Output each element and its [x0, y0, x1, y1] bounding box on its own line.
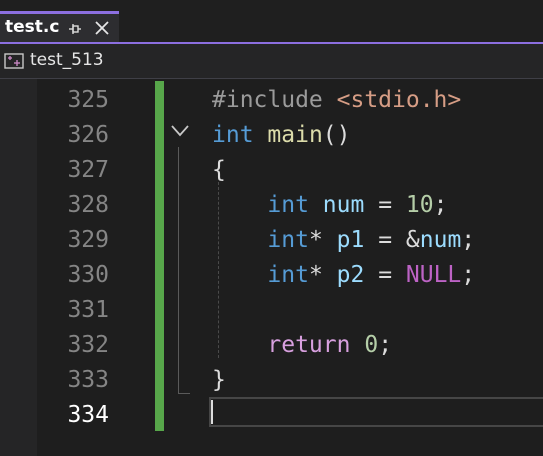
- type-keyword: int: [267, 262, 309, 288]
- close-icon[interactable]: [94, 20, 110, 36]
- code-line-333: }: [212, 363, 475, 398]
- variable-name: p2: [322, 262, 365, 288]
- line-number: 328: [67, 192, 109, 218]
- fold-region-line: [178, 147, 179, 394]
- type-keyword: int: [212, 122, 254, 148]
- variable-name: p1: [322, 227, 365, 253]
- open-brace: {: [212, 157, 226, 183]
- code-line-326: int main(): [212, 118, 475, 153]
- document-tab-bar: test.c: [0, 0, 543, 44]
- project-scope-icon: [4, 53, 24, 69]
- change-tracking-bar: [155, 81, 164, 431]
- fold-region-end: [178, 393, 190, 394]
- semicolon: ;: [461, 227, 476, 253]
- chevron-down-icon[interactable]: [170, 124, 190, 138]
- semicolon: ;: [461, 262, 476, 288]
- line-number: 332: [67, 332, 109, 358]
- line-number: 326: [67, 122, 109, 148]
- code-line-329: int* p1 = &num;: [212, 223, 475, 258]
- code-line-332: return 0;: [212, 328, 475, 363]
- pointer-star: *: [308, 262, 323, 288]
- line-number: 331: [67, 297, 109, 323]
- document-tab[interactable]: test.c: [0, 11, 119, 42]
- navigation-bar[interactable]: test_513: [0, 44, 543, 79]
- code-text[interactable]: #include <stdio.h> int main() { int num …: [212, 83, 475, 433]
- code-line-328: int num = 10;: [212, 188, 475, 223]
- number-literal: 10: [405, 192, 434, 218]
- line-number: 325: [67, 87, 109, 113]
- type-keyword: int: [267, 192, 309, 218]
- operator: =: [364, 227, 406, 253]
- number-literal: 0: [364, 332, 379, 358]
- tab-title: test.c: [5, 17, 60, 37]
- pointer-star: *: [308, 227, 323, 253]
- line-number: 329: [67, 227, 109, 253]
- line-number: 327: [67, 157, 109, 183]
- line-number-gutter: 325 326 327 328 329 330 331 332 333 334: [37, 83, 117, 433]
- preprocessor-directive: #include: [212, 87, 337, 113]
- variable-name: num: [322, 192, 365, 218]
- parentheses: (): [322, 122, 351, 148]
- glyph-margin: [0, 79, 37, 456]
- function-name: main: [267, 122, 323, 148]
- code-line-330: int* p2 = NULL;: [212, 258, 475, 293]
- code-line-327: {: [212, 153, 475, 188]
- line-number: 330: [67, 262, 109, 288]
- return-keyword: return: [267, 332, 351, 358]
- null-macro: NULL: [405, 262, 462, 288]
- include-header: <stdio.h>: [336, 87, 462, 113]
- semicolon: ;: [378, 332, 393, 358]
- line-number: 333: [67, 367, 109, 393]
- line-number-current: 334: [67, 402, 109, 428]
- variable-ref: num: [419, 227, 462, 253]
- code-line-325: #include <stdio.h>: [212, 83, 475, 118]
- project-scope-label: test_513: [30, 50, 104, 70]
- type-keyword: int: [267, 227, 309, 253]
- operator: =: [364, 192, 406, 218]
- operator: =: [364, 262, 406, 288]
- address-of: &: [405, 227, 420, 253]
- pin-icon[interactable]: [68, 22, 82, 36]
- close-brace: }: [212, 367, 226, 393]
- semicolon: ;: [433, 192, 448, 218]
